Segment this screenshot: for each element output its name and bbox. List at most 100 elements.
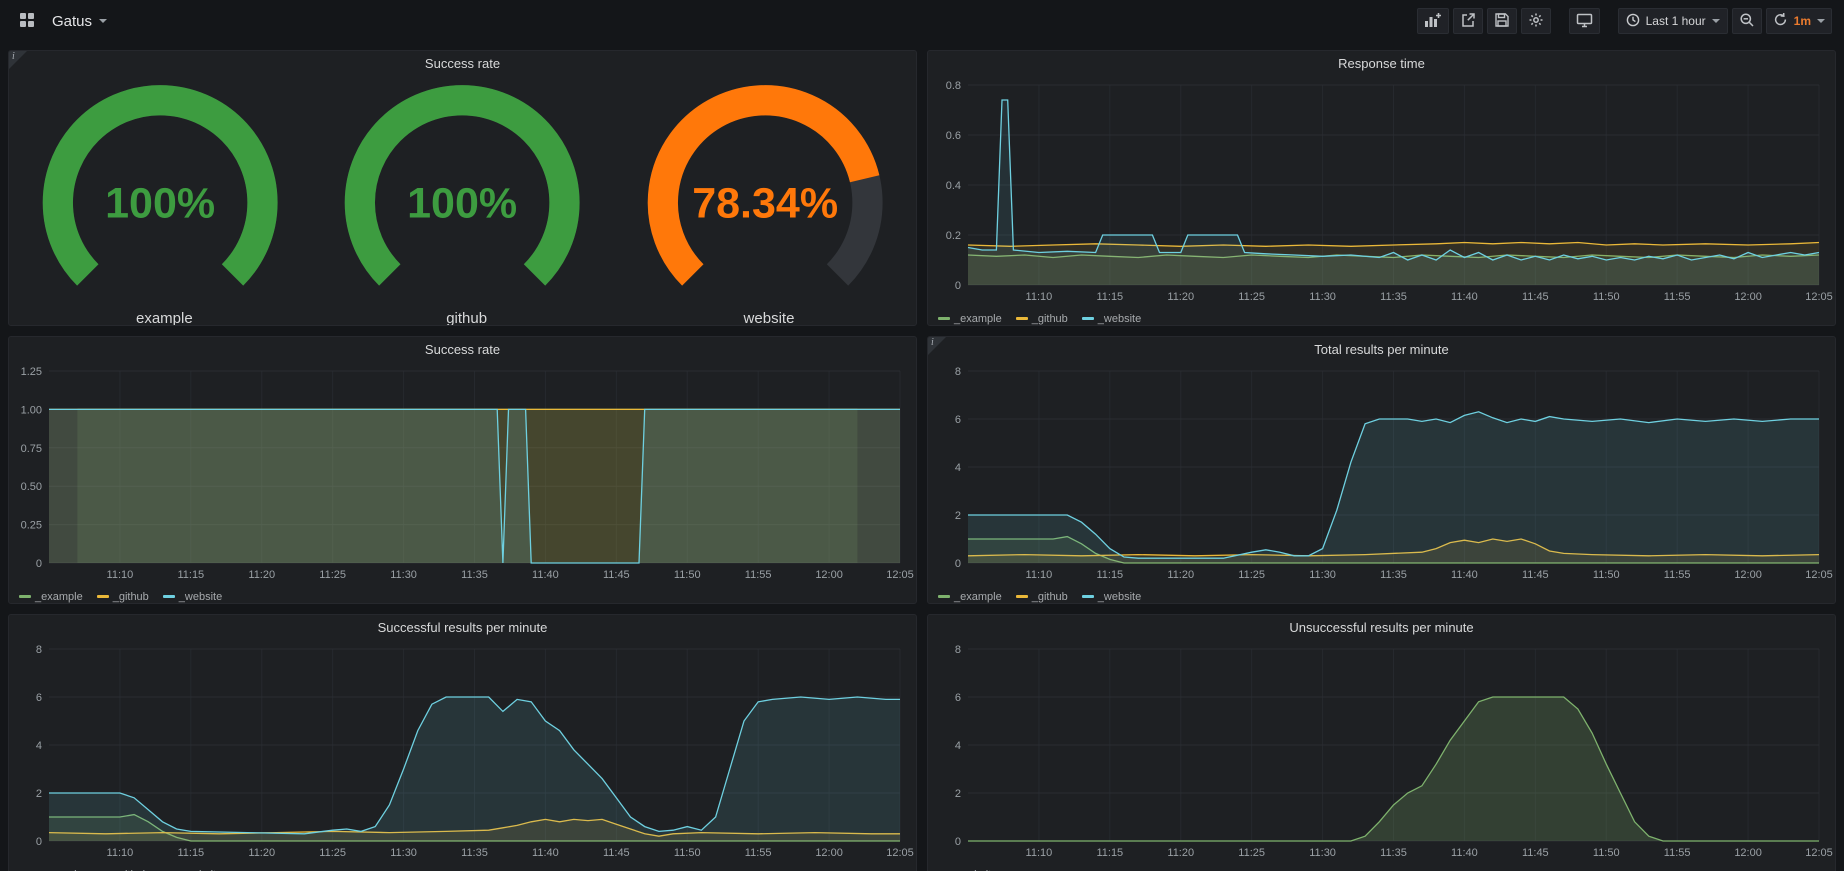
save-dashboard-button[interactable]	[1487, 8, 1517, 34]
dashboard-title-dropdown[interactable]: Gatus	[52, 13, 107, 30]
chart-canvas-unsuccessful_results_per_minute[interactable]: 11:1011:1511:2011:2511:3011:3511:4011:45…	[928, 641, 1835, 861]
series-area-_website	[49, 409, 900, 563]
x-tick-label: 11:20	[1167, 847, 1194, 859]
legend-item-_example[interactable]: _example	[938, 591, 1002, 603]
panel-title[interactable]: Response time	[928, 51, 1835, 77]
panel-title[interactable]: Unsuccessful results per minute	[928, 615, 1835, 641]
x-tick-label: 11:30	[1309, 847, 1336, 859]
panel-title[interactable]: Success rate	[9, 51, 916, 77]
x-tick-label: 11:35	[1380, 291, 1407, 303]
dashboard-settings-button[interactable]	[1521, 8, 1551, 34]
legend-item-_example[interactable]: _example	[19, 591, 83, 603]
panel-info-icon[interactable]: i	[928, 337, 946, 355]
refresh-button[interactable]: 1m	[1766, 8, 1832, 34]
share-icon	[1460, 12, 1476, 31]
series-area-_website	[49, 697, 900, 841]
panel-title[interactable]: Total results per minute	[928, 337, 1835, 363]
gauge-label: _example	[128, 310, 193, 326]
x-tick-label: 11:25	[1238, 847, 1265, 859]
legend-color-mark	[163, 595, 175, 598]
gauge-canvas: 78.34%	[614, 77, 916, 310]
x-tick-label: 11:45	[603, 847, 630, 859]
x-tick-label: 11:20	[1167, 569, 1194, 581]
refresh-interval-value: 1m	[1794, 14, 1811, 28]
x-tick-label: 11:45	[1522, 569, 1549, 581]
legend-label: _example	[954, 591, 1002, 603]
y-tick-label: 2	[955, 510, 961, 522]
x-tick-label: 11:10	[1026, 291, 1053, 303]
x-tick-label: 11:45	[1522, 291, 1549, 303]
chart-canvas-successful_results_per_minute[interactable]: 11:1011:1511:2011:2511:3011:3511:4011:45…	[9, 641, 916, 861]
y-tick-label: 8	[955, 644, 961, 656]
y-tick-label: 8	[36, 644, 42, 656]
response-time-plot[interactable]: 11:1011:1511:2011:2511:3011:3511:4011:45…	[928, 77, 1835, 310]
zoom-out-icon	[1739, 12, 1755, 31]
x-tick-label: 11:35	[461, 847, 488, 859]
legend-item-_github[interactable]: _github	[1016, 313, 1068, 325]
legend-label: _github	[1032, 591, 1068, 603]
gauge-value-text: 78.34%	[692, 180, 838, 228]
x-tick-label: 11:15	[177, 847, 204, 859]
chart-canvas-total_results_per_minute[interactable]: 11:1011:1511:2011:2511:3011:3511:4011:45…	[928, 363, 1835, 583]
panel-title[interactable]: Success rate	[9, 337, 916, 363]
x-tick-label: 11:20	[248, 569, 275, 581]
x-tick-label: 11:45	[1522, 847, 1549, 859]
total-results-plot[interactable]: 11:1011:1511:2011:2511:3011:3511:4011:45…	[928, 363, 1835, 588]
success-rate-plot[interactable]: 11:1011:1511:2011:2511:3011:3511:4011:45…	[9, 363, 916, 588]
chart-canvas-response_time[interactable]: 11:1011:1511:2011:2511:3011:3511:4011:45…	[928, 77, 1835, 305]
x-tick-label: 11:50	[1593, 569, 1620, 581]
gauge-row: 100% _example 100% _github 78.34% _websi…	[9, 77, 916, 326]
legend-item-_website[interactable]: _website	[163, 591, 222, 603]
gauge-svg: 78.34%	[614, 77, 916, 310]
legend-item-_github[interactable]: _github	[97, 591, 149, 603]
chart-legend: _example _github _website	[9, 588, 916, 604]
x-tick-label: 11:55	[1664, 847, 1691, 859]
legend-item-_example[interactable]: _example	[938, 313, 1002, 325]
cycle-view-mode-button[interactable]	[1569, 8, 1600, 34]
y-tick-label: 0.50	[21, 481, 42, 493]
y-tick-label: 0.25	[21, 520, 42, 532]
x-tick-label: 11:15	[1096, 291, 1123, 303]
x-tick-label: 11:15	[177, 569, 204, 581]
x-tick-label: 11:20	[1167, 291, 1194, 303]
y-tick-label: 0	[36, 558, 42, 570]
x-tick-label: 11:50	[674, 847, 701, 859]
y-tick-label: 0	[36, 836, 42, 848]
y-tick-label: 2	[36, 788, 42, 800]
legend-item-_github[interactable]: _github	[1016, 591, 1068, 603]
add-panel-button[interactable]	[1417, 8, 1449, 34]
share-dashboard-button[interactable]	[1453, 8, 1483, 34]
panel-title[interactable]: Successful results per minute	[9, 615, 916, 641]
panel-info-icon[interactable]: i	[9, 51, 27, 69]
x-tick-label: 11:55	[1664, 569, 1691, 581]
x-tick-label: 11:35	[461, 569, 488, 581]
chart-canvas-success_rate[interactable]: 11:1011:1511:2011:2511:3011:3511:4011:45…	[9, 363, 916, 583]
y-tick-label: 0	[955, 558, 961, 570]
legend-label: _example	[35, 591, 83, 603]
x-tick-label: 12:00	[1734, 291, 1762, 303]
y-tick-label: 2	[955, 788, 961, 800]
dashboards-menu-button[interactable]	[12, 8, 42, 34]
y-tick-label: 0	[955, 836, 961, 848]
successful-results-plot[interactable]: 11:1011:1511:2011:2511:3011:3511:4011:45…	[9, 641, 916, 866]
legend-item-_website[interactable]: _website	[1082, 313, 1141, 325]
y-tick-label: 0.75	[21, 443, 42, 455]
x-tick-label: 11:10	[1026, 569, 1053, 581]
y-tick-label: 1.25	[21, 366, 42, 378]
x-tick-label: 11:25	[319, 569, 346, 581]
x-tick-label: 11:40	[532, 569, 559, 581]
y-tick-label: 8	[955, 366, 961, 378]
legend-item-_website[interactable]: _website	[1082, 591, 1141, 603]
dashboard-title: Gatus	[52, 13, 92, 30]
zoom-out-time-button[interactable]	[1732, 8, 1762, 34]
gauge-svg: 100%	[9, 77, 311, 310]
time-range-picker[interactable]: Last 1 hour	[1618, 8, 1728, 34]
navbar: Gatus	[0, 0, 1844, 42]
y-tick-label: 0.8	[946, 80, 961, 92]
unsuccessful-results-plot[interactable]: 11:1011:1511:2011:2511:3011:3511:4011:45…	[928, 641, 1835, 866]
caret-down-icon	[99, 19, 107, 23]
x-tick-label: 11:30	[1309, 569, 1336, 581]
panel-total-results: i Total results per minute 11:1011:1511:…	[927, 336, 1836, 604]
info-glyph: i	[12, 51, 15, 62]
y-tick-label: 0.2	[946, 230, 961, 242]
